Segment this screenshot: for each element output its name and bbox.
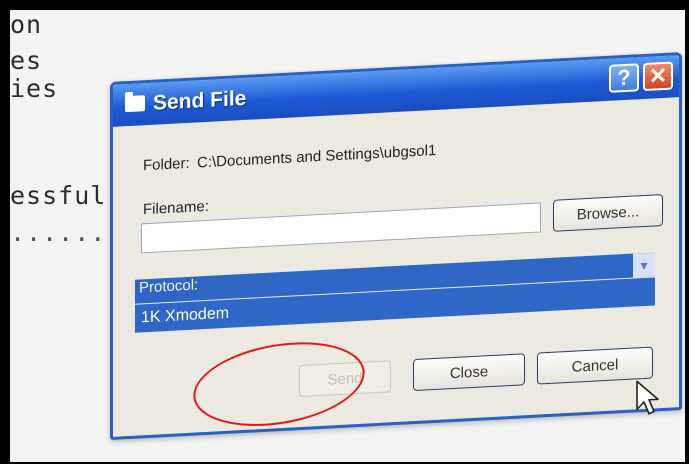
filename-label: Filename: (143, 197, 209, 219)
terminal-line: es (10, 46, 43, 75)
dialog-titlebar[interactable]: Send File ? ✕ (113, 55, 679, 127)
folder-icon (125, 95, 145, 113)
folder-label: Folder: (143, 154, 190, 175)
dialog-title: Send File (153, 86, 247, 115)
terminal-line: on (10, 10, 43, 39)
close-icon[interactable]: ✕ (643, 61, 673, 92)
browse-button[interactable]: Browse... (553, 194, 663, 232)
folder-path: C:\Documents and Settings\ubgsol1 (197, 141, 437, 172)
red-annotation-oval (189, 331, 369, 438)
mouse-pointer-icon (636, 380, 659, 415)
help-button[interactable]: ? (609, 63, 639, 93)
screen-frame: on es ies essful ...... Send File ? ✕ Fo… (10, 10, 685, 462)
terminal-line: ...... (10, 218, 107, 247)
protocol-label: Protocol: (139, 276, 199, 297)
terminal-line: ies (10, 74, 59, 103)
send-file-dialog: Send File ? ✕ Folder: C:\Documents and S… (110, 52, 682, 440)
terminal-line: essful (10, 181, 107, 210)
close-button[interactable]: Close (413, 353, 525, 392)
chevron-down-icon[interactable]: ▾ (633, 252, 655, 278)
